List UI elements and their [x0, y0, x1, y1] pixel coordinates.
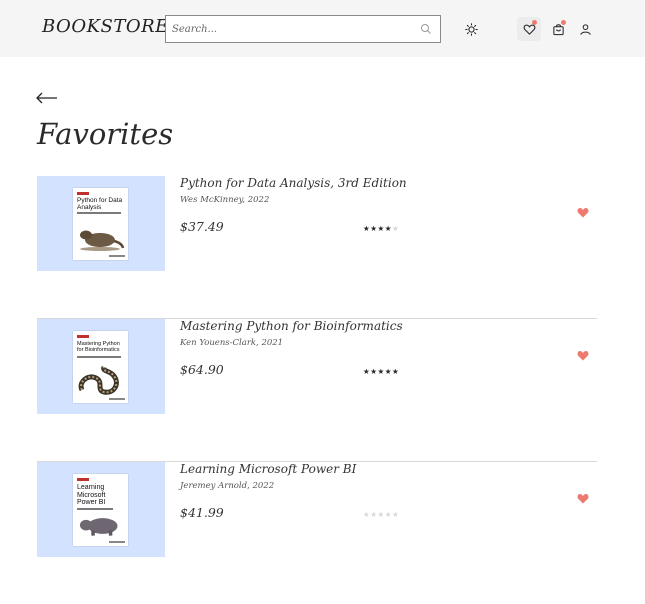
star-icon: ★: [384, 367, 392, 376]
favorites-button[interactable]: [517, 17, 541, 41]
cover-subtitle-line: [77, 212, 121, 214]
heart-icon[interactable]: [577, 350, 589, 361]
cart-badge: [561, 20, 566, 25]
cover-subtitle-line: [77, 356, 121, 358]
star-icon: ★: [377, 367, 385, 376]
book-title[interactable]: Learning Microsoft Power BI: [180, 462, 356, 476]
book-price: $41.99: [180, 505, 224, 520]
book-cover[interactable]: Mastering Python for Bioinformatics: [73, 331, 128, 403]
theme-toggle-button[interactable]: [459, 17, 483, 41]
hippo-illustration: [79, 518, 118, 536]
book-cover[interactable]: Learning Microsoft Power BI: [73, 474, 128, 546]
publisher-logo: [77, 335, 89, 338]
star-icon: ★: [384, 224, 392, 233]
book-title[interactable]: Python for Data Analysis, 3rd Edition: [180, 176, 407, 190]
page-title: Favorites: [37, 117, 174, 151]
heart-icon[interactable]: [577, 207, 589, 218]
cover-title: Python for Data Analysis: [77, 197, 123, 211]
sun-icon: [464, 22, 478, 36]
book-author: Ken Youens-Clark, 2021: [180, 338, 284, 348]
star-icon: ★: [377, 224, 385, 233]
publisher-logo: [77, 478, 89, 481]
publisher-logo: [77, 192, 89, 195]
star-icon: ★: [384, 510, 392, 519]
favorites-badge: [532, 20, 537, 25]
book-cover-area[interactable]: Mastering Python for Bioinformatics: [37, 319, 165, 414]
cover-author: [109, 541, 125, 543]
cover-subtitle-line: [77, 508, 113, 510]
book-title[interactable]: Mastering Python for Bioinformatics: [180, 319, 403, 333]
cover-author: [109, 255, 125, 257]
search-input[interactable]: [166, 16, 406, 42]
arrow-left-icon[interactable]: [36, 91, 58, 105]
star-rating: ★★★★★: [363, 510, 399, 519]
star-icon: ★: [391, 510, 400, 519]
book-author: Wes McKinney, 2022: [180, 195, 270, 205]
user-icon: [579, 23, 591, 35]
star-icon: ★: [391, 224, 400, 233]
star-icon: ★: [377, 510, 385, 519]
favorite-item: Python for Data Analysis Python for Data…: [37, 176, 597, 319]
book-price: $37.49: [180, 219, 224, 234]
search-box[interactable]: [165, 15, 441, 43]
star-rating: ★★★★★: [363, 367, 399, 376]
otter-illustration: [80, 230, 125, 251]
cart-button[interactable]: [546, 17, 570, 41]
search-icon[interactable]: [420, 23, 432, 35]
book-cover-area[interactable]: Learning Microsoft Power BI: [37, 462, 165, 557]
favorite-item: Mastering Python for Bioinformatics Mast…: [37, 319, 597, 462]
cover-title: Mastering Python for Bioinformatics: [77, 341, 120, 353]
heart-icon[interactable]: [577, 493, 589, 504]
account-button[interactable]: [573, 17, 597, 41]
book-price: $64.90: [180, 362, 224, 377]
book-cover[interactable]: Python for Data Analysis: [73, 188, 128, 260]
star-icon: ★: [391, 367, 400, 376]
book-cover-area[interactable]: Python for Data Analysis: [37, 176, 165, 271]
logo[interactable]: BOOKSTORE: [42, 16, 169, 37]
star-rating: ★★★★★: [363, 224, 399, 233]
favorite-item: Learning Microsoft Power BI Learning Mic…: [37, 462, 597, 604]
cover-title: Learning Microsoft Power BI: [77, 484, 106, 506]
book-author: Jeremey Arnold, 2022: [180, 481, 275, 491]
cover-author: [109, 398, 125, 400]
header: BOOKSTORE: [0, 0, 645, 57]
snake-illustration: [78, 366, 119, 395]
